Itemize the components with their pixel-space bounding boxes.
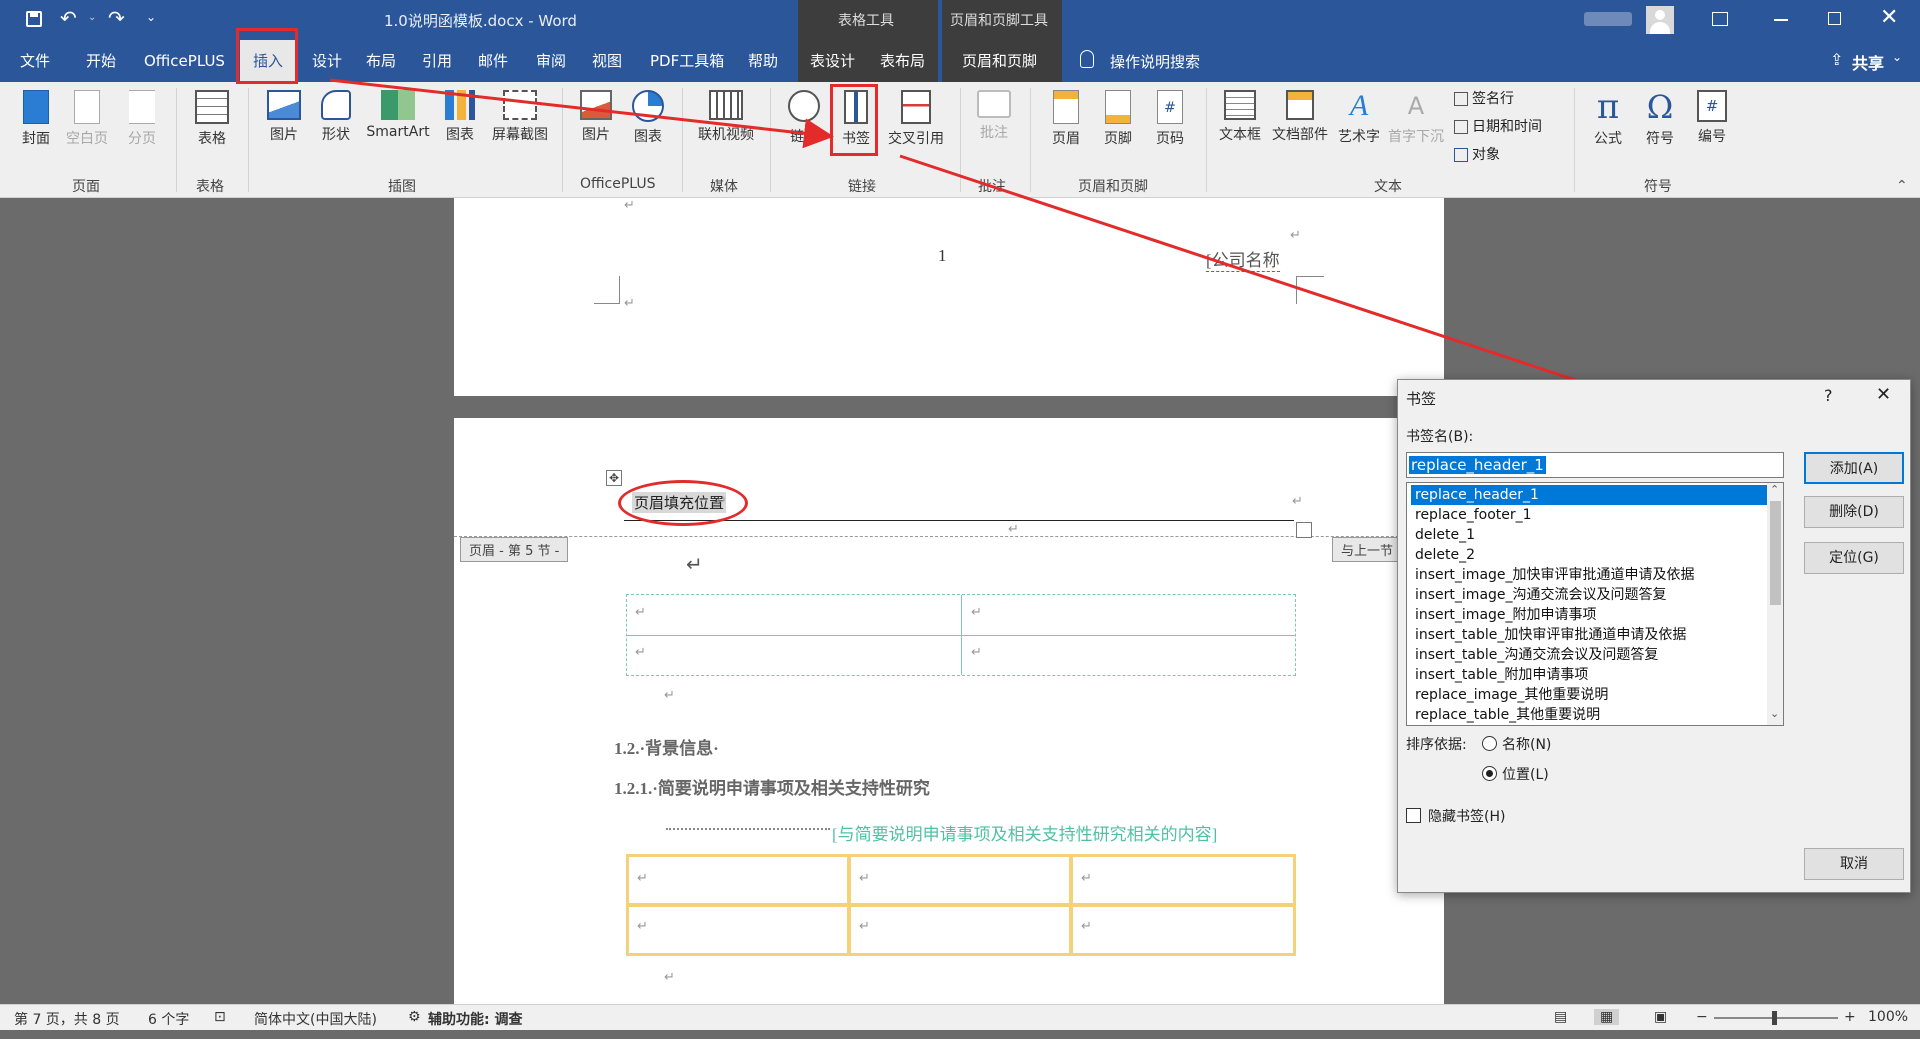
help-button[interactable]: ?	[1824, 386, 1833, 405]
language-status[interactable]: 简体中文(中国大陆)	[254, 1009, 377, 1029]
zoom-level[interactable]: 100%	[1868, 1009, 1908, 1025]
list-item[interactable]: delete_2	[1411, 545, 1771, 565]
dialog-close-icon[interactable]: ✕	[1876, 384, 1891, 405]
list-item[interactable]: replace_header_1	[1411, 485, 1771, 505]
list-item[interactable]: replace_footer_1	[1411, 505, 1771, 525]
bookmark-name-input[interactable]: replace_header_1	[1406, 452, 1784, 478]
sort-name-label[interactable]: 名称(N)	[1502, 734, 1551, 754]
sort-by-label: 排序依据:	[1406, 737, 1467, 753]
dialog-title: 书签	[1406, 390, 1437, 408]
zoom-in-icon[interactable]: +	[1844, 1009, 1856, 1025]
sort-name-radio[interactable]	[1482, 736, 1497, 751]
web-layout-icon[interactable]: ▣	[1654, 1009, 1667, 1025]
list-item[interactable]: replace_image_其他重要说明	[1411, 685, 1771, 705]
word-count[interactable]: 6 个字	[148, 1009, 189, 1029]
goto-button[interactable]: 定位(G)	[1804, 542, 1904, 574]
sort-position-radio[interactable]	[1482, 766, 1497, 781]
status-bar: 第 7 页，共 8 页 6 个字 ⊡ 简体中文(中国大陆) ⚙ 辅助功能: 调查…	[0, 1004, 1920, 1030]
zoom-out-icon[interactable]: −	[1696, 1009, 1708, 1025]
scroll-down-icon[interactable]: ⌄	[1770, 707, 1779, 720]
list-item[interactable]: insert_image_沟通交流会议及问题答复	[1411, 585, 1771, 605]
hidden-bookmarks-checkbox[interactable]	[1406, 808, 1421, 823]
zoom-slider-thumb[interactable]	[1772, 1011, 1777, 1025]
list-item[interactable]: insert_table_沟通交流会议及问题答复	[1411, 645, 1771, 665]
list-item[interactable]: insert_image_附加申请事项	[1411, 605, 1771, 625]
hidden-bookmarks-label[interactable]: 隐藏书签(H)	[1428, 806, 1505, 826]
list-item[interactable]: insert_image_加快审评审批通道申请及依据	[1411, 565, 1771, 585]
scroll-up-icon[interactable]: ⌃	[1770, 483, 1779, 496]
bookmark-list[interactable]: replace_header_1 replace_footer_1 delete…	[1406, 482, 1784, 726]
bookmark-dialog: 书签 ? ✕ 书签名(B): replace_header_1 replace_…	[1397, 379, 1911, 893]
list-item[interactable]: insert_table_附加申请事项	[1411, 665, 1771, 685]
page-count[interactable]: 第 7 页，共 8 页	[14, 1009, 120, 1029]
list-scrollbar[interactable]: ⌃ ⌄	[1767, 483, 1783, 725]
bookmark-name-value: replace_header_1	[1409, 456, 1546, 474]
print-layout-icon[interactable]: ▦	[1594, 1009, 1620, 1025]
read-mode-icon[interactable]: ▤	[1554, 1009, 1567, 1025]
list-item[interactable]: delete_1	[1411, 525, 1771, 545]
list-item[interactable]: replace_table_其他重要说明	[1411, 705, 1771, 725]
accessibility-status[interactable]: 辅助功能: 调查	[428, 1009, 522, 1029]
list-item[interactable]: insert_table_加快审评审批通道申请及依据	[1411, 625, 1771, 645]
bookmark-name-label: 书签名(B):	[1406, 429, 1474, 445]
accessibility-icon[interactable]: ⚙	[408, 1009, 421, 1025]
sort-position-label[interactable]: 位置(L)	[1502, 764, 1549, 784]
proofing-icon[interactable]: ⊡	[214, 1009, 226, 1025]
add-button[interactable]: 添加(A)	[1804, 452, 1904, 484]
scroll-thumb[interactable]	[1770, 501, 1781, 605]
cancel-button[interactable]: 取消	[1804, 848, 1904, 880]
delete-button[interactable]: 删除(D)	[1804, 496, 1904, 528]
zoom-slider[interactable]	[1714, 1011, 1838, 1025]
